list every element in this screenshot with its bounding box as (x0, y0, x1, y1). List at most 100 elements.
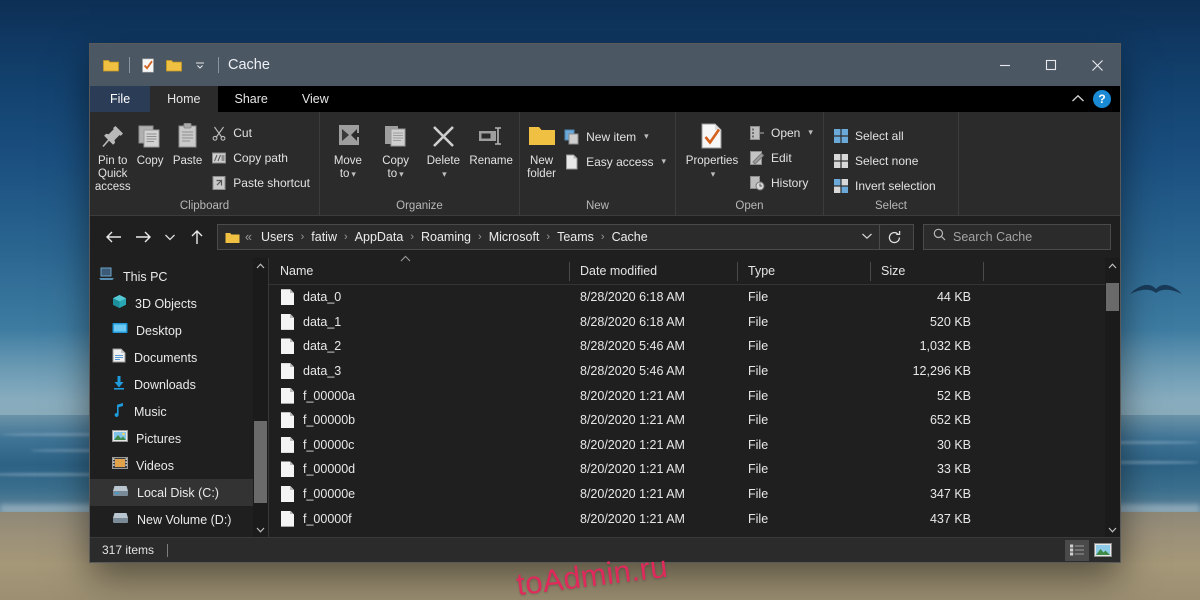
large-icons-view-button[interactable] (1091, 540, 1115, 561)
minimize-button[interactable] (982, 44, 1028, 86)
file-scroll-track[interactable] (1105, 273, 1120, 522)
properties-icon[interactable] (135, 52, 161, 78)
table-row[interactable]: data_18/28/2020 6:18 AMFile520 KB (269, 310, 1105, 335)
paste-shortcut-button[interactable]: Paste shortcut (206, 171, 315, 194)
new-item-button[interactable]: New item▾ (559, 125, 671, 148)
sidebar-item-new-volume-d[interactable]: New Volume (D:) (90, 506, 268, 533)
pin-to-quick-access-button[interactable]: Pin to Quick access (94, 117, 131, 194)
open-button[interactable]: Open▾ (744, 121, 818, 144)
rename-button[interactable]: Rename (467, 117, 515, 168)
sidebar-item-pictures[interactable]: Pictures (90, 425, 268, 452)
sidebar-item-local-disk-c[interactable]: Local Disk (C:) (90, 479, 268, 506)
breadcrumb-item-fatiw[interactable]: fatiw (305, 230, 343, 244)
details-view-button[interactable] (1065, 540, 1089, 561)
breadcrumb-item-appdata[interactable]: AppData (349, 230, 410, 244)
breadcrumb: « Users › fatiw › AppData › Roaming › Mi… (222, 230, 855, 244)
select-all-label: Select all (855, 129, 904, 143)
cell-type: File (737, 290, 870, 304)
properties-button[interactable]: Properties▾ (680, 117, 744, 181)
group-title-open: Open (680, 198, 819, 215)
group-title-organize: Organize (324, 198, 515, 215)
table-row[interactable]: data_38/28/2020 5:46 AMFile12,296 KB (269, 359, 1105, 384)
table-row[interactable]: f_00000c8/20/2020 1:21 AMFile30 KB (269, 433, 1105, 458)
file-name: data_1 (303, 315, 341, 329)
breadcrumb-item-microsoft[interactable]: Microsoft (483, 230, 546, 244)
scroll-up-icon[interactable] (1105, 258, 1120, 273)
sidebar-item-music[interactable]: Music (90, 398, 268, 425)
up-button[interactable] (183, 223, 211, 251)
new-folder-button[interactable]: New folder (524, 117, 559, 181)
copy-path-button[interactable]: Copy path (206, 146, 315, 169)
sidebar-item-videos[interactable]: Videos (90, 452, 268, 479)
history-button[interactable]: History (744, 171, 818, 194)
select-all-button[interactable]: Select all (828, 124, 941, 147)
breadcrumb-item-teams[interactable]: Teams (551, 230, 600, 244)
paste-button[interactable]: Paste (169, 117, 206, 168)
breadcrumb-item-cache[interactable]: Cache (606, 230, 654, 244)
scroll-down-icon[interactable] (1105, 522, 1120, 537)
3d-objects-icon (112, 294, 127, 314)
collapse-ribbon-icon[interactable] (1071, 92, 1085, 106)
navigation-scrollbar[interactable] (253, 258, 268, 537)
file-list-scrollbar[interactable] (1105, 258, 1120, 537)
sidebar-item-downloads[interactable]: Downloads (90, 371, 268, 398)
tab-file[interactable]: File (90, 86, 150, 112)
customize-chevron-icon[interactable] (187, 52, 213, 78)
help-button[interactable]: ? (1093, 90, 1111, 108)
column-header-size[interactable]: Size (870, 258, 983, 285)
table-row[interactable]: data_08/28/2020 6:18 AMFile44 KB (269, 285, 1105, 310)
sidebar-item-3d-objects[interactable]: 3D Objects (90, 290, 268, 317)
refresh-button[interactable] (879, 224, 909, 250)
cell-size: 33 KB (870, 462, 983, 476)
videos-icon (112, 456, 128, 475)
main-content: This PC 3D Objects Desktop (90, 258, 1120, 537)
easy-access-button[interactable]: Easy access▾ (559, 150, 671, 173)
cell-type: File (737, 512, 870, 526)
file-scroll-thumb[interactable] (1106, 283, 1119, 311)
move-to-button[interactable]: Move to▾ (324, 117, 372, 181)
column-header-type[interactable]: Type (737, 258, 870, 285)
folder-icon[interactable] (98, 52, 124, 78)
select-none-label: Select none (855, 154, 918, 168)
tab-share[interactable]: Share (218, 86, 285, 112)
select-none-button[interactable]: Select none (828, 149, 941, 172)
close-button[interactable] (1074, 44, 1120, 86)
sidebar-item-this-pc[interactable]: This PC (90, 263, 268, 290)
tab-home[interactable]: Home (150, 86, 217, 112)
scroll-up-icon[interactable] (253, 258, 268, 273)
search-input[interactable]: Search Cache (923, 224, 1111, 250)
edit-button[interactable]: Edit (744, 146, 818, 169)
breadcrumb-item-users[interactable]: Users (255, 230, 300, 244)
easy-access-label: Easy access (586, 155, 653, 169)
cut-button[interactable]: Cut (206, 121, 315, 144)
sidebar-item-desktop[interactable]: Desktop (90, 317, 268, 344)
breadcrumb-item-roaming[interactable]: Roaming (415, 230, 477, 244)
table-row[interactable]: f_00000b8/20/2020 1:21 AMFile652 KB (269, 408, 1105, 433)
table-row[interactable]: f_00000d8/20/2020 1:21 AMFile33 KB (269, 457, 1105, 482)
scroll-down-icon[interactable] (253, 522, 268, 537)
table-row[interactable]: f_00000a8/20/2020 1:21 AMFile52 KB (269, 383, 1105, 408)
column-header-date-modified[interactable]: Date modified (569, 258, 737, 285)
delete-button[interactable]: Delete▾ (420, 117, 468, 181)
address-bar[interactable]: « Users › fatiw › AppData › Roaming › Mi… (217, 224, 914, 250)
forward-button[interactable] (129, 223, 157, 251)
invert-selection-button[interactable]: Invert selection (828, 174, 941, 197)
navigation-scroll-track[interactable] (253, 273, 268, 522)
new-folder-icon[interactable] (161, 52, 187, 78)
status-divider (167, 544, 168, 557)
recent-locations-button[interactable] (159, 223, 181, 251)
breadcrumb-overflow[interactable]: « (242, 230, 255, 244)
maximize-button[interactable] (1028, 44, 1074, 86)
tab-view[interactable]: View (285, 86, 346, 112)
sidebar-label: New Volume (D:) (137, 513, 231, 527)
navigation-scroll-thumb[interactable] (254, 421, 267, 503)
column-header-name[interactable]: Name (269, 258, 569, 285)
table-row[interactable]: data_28/28/2020 5:46 AMFile1,032 KB (269, 334, 1105, 359)
table-row[interactable]: f_00000e8/20/2020 1:21 AMFile347 KB (269, 482, 1105, 507)
back-button[interactable] (99, 223, 127, 251)
copy-button[interactable]: Copy (131, 117, 168, 168)
address-dropdown-icon[interactable] (855, 232, 879, 243)
copy-to-button[interactable]: Copy to▾ (372, 117, 420, 181)
table-row[interactable]: f_00000f8/20/2020 1:21 AMFile437 KB (269, 506, 1105, 531)
sidebar-item-documents[interactable]: Documents (90, 344, 268, 371)
